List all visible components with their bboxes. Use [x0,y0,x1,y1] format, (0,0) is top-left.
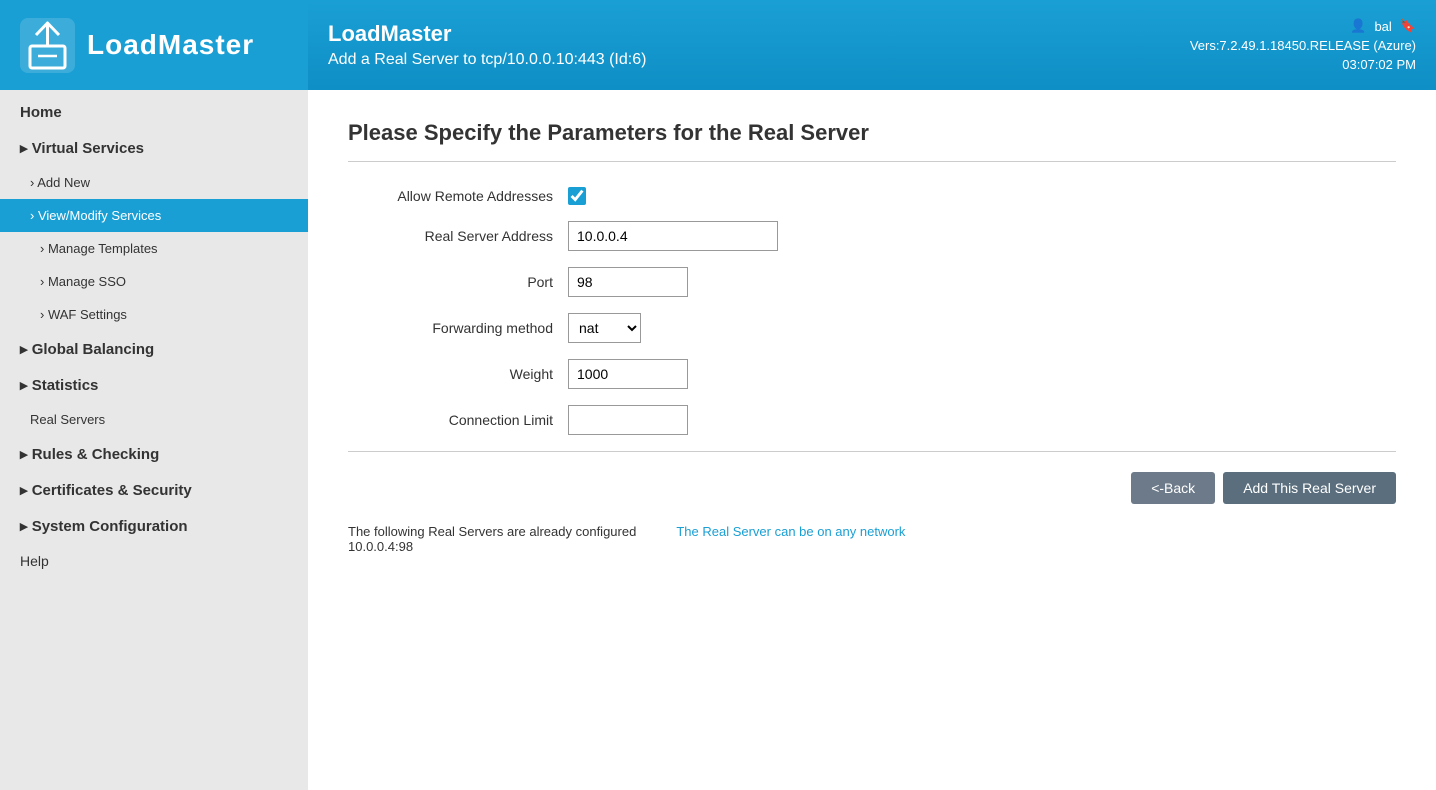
sidebar-item-manage-sso[interactable]: › Manage SSO [0,265,308,298]
field-connection-limit: Connection Limit [348,405,1396,435]
real-server-address-input[interactable] [568,221,778,251]
arrow-icon: › [40,307,48,322]
logo-text: LoadMaster [87,29,254,61]
arrow-icon: › [40,241,48,256]
field-allow-remote-addresses: Allow Remote Addresses [348,187,1396,205]
current-time: 03:07:02 PM [1342,57,1416,72]
sidebar-item-virtual-services[interactable]: ▸ Virtual Services [0,130,308,166]
info-section: The following Real Servers are already c… [348,524,1396,554]
sidebar-item-view-modify[interactable]: › View/Modify Services [0,199,308,232]
forwarding-method-select[interactable]: nat tunnel route [568,313,641,343]
network-info: The Real Server can be on any network [676,524,905,554]
logo-area: LoadMaster [0,0,308,90]
sidebar: Home ▸ Virtual Services › Add New › View… [0,90,308,790]
sidebar-item-add-new[interactable]: › Add New [0,166,308,199]
form-divider-top [348,161,1396,162]
sidebar-item-real-servers[interactable]: Real Servers [0,403,308,436]
port-label: Port [348,274,568,290]
header-right: 👤 bal 🔖 Vers:7.2.49.1.18450.RELEASE (Azu… [1170,0,1436,90]
configured-servers-value: 10.0.0.4:98 [348,539,413,554]
arrow-icon: ▸ [20,446,32,463]
sidebar-item-statistics[interactable]: ▸ Statistics [0,367,308,403]
field-forwarding-method: Forwarding method nat tunnel route [348,313,1396,343]
sidebar-item-global-balancing[interactable]: ▸ Global Balancing [0,331,308,367]
allow-remote-label: Allow Remote Addresses [348,188,568,204]
form-title: Please Specify the Parameters for the Re… [348,120,1396,146]
user-icon: 👤 [1350,18,1366,34]
arrow-icon: ▸ [20,482,32,499]
form-divider-bottom [348,451,1396,452]
sidebar-item-home[interactable]: Home [0,95,308,130]
weight-input[interactable] [568,359,688,389]
field-real-server-address: Real Server Address [348,221,1396,251]
configured-servers-label: The following Real Servers are already c… [348,524,636,539]
port-input[interactable] [568,267,688,297]
kemp-logo-icon [20,18,75,73]
weight-label: Weight [348,366,568,382]
connection-limit-label: Connection Limit [348,412,568,428]
forwarding-method-label: Forwarding method [348,320,568,336]
header-user: 👤 bal 🔖 [1350,18,1416,34]
header-content: LoadMaster Add a Real Server to tcp/10.0… [308,0,1170,90]
version-info: Vers:7.2.49.1.18450.RELEASE (Azure) [1190,38,1416,53]
sidebar-item-rules-checking[interactable]: ▸ Rules & Checking [0,436,308,472]
add-real-server-button[interactable]: Add This Real Server [1223,472,1396,504]
field-weight: Weight [348,359,1396,389]
header-title: LoadMaster [328,21,1150,47]
configured-servers-info: The following Real Servers are already c… [348,524,636,554]
header-subtitle: Add a Real Server to tcp/10.0.0.10:443 (… [328,51,1150,69]
sidebar-item-waf-settings[interactable]: › WAF Settings [0,298,308,331]
sidebar-item-certificates-security[interactable]: ▸ Certificates & Security [0,472,308,508]
arrow-icon: ▸ [20,518,32,535]
main-content: Please Specify the Parameters for the Re… [308,90,1436,790]
sidebar-item-manage-templates[interactable]: › Manage Templates [0,232,308,265]
field-port: Port [348,267,1396,297]
arrow-icon: › [30,208,38,223]
connection-limit-input[interactable] [568,405,688,435]
layout: Home ▸ Virtual Services › Add New › View… [0,90,1436,790]
back-button[interactable]: <-Back [1131,472,1215,504]
real-server-address-label: Real Server Address [348,228,568,244]
username: bal [1374,19,1391,34]
sidebar-item-help[interactable]: Help [0,544,308,578]
arrow-icon: ▸ [20,140,32,157]
arrow-icon: ▸ [20,377,32,394]
header: LoadMaster LoadMaster Add a Real Server … [0,0,1436,90]
buttons-row: <-Back Add This Real Server [348,472,1396,504]
arrow-icon: › [40,274,48,289]
sidebar-item-system-configuration[interactable]: ▸ System Configuration [0,508,308,544]
help-icon[interactable]: 🔖 [1400,18,1416,34]
arrow-icon: ▸ [20,341,32,358]
network-label: The Real Server can be on any network [676,524,905,539]
allow-remote-checkbox[interactable] [568,187,586,205]
